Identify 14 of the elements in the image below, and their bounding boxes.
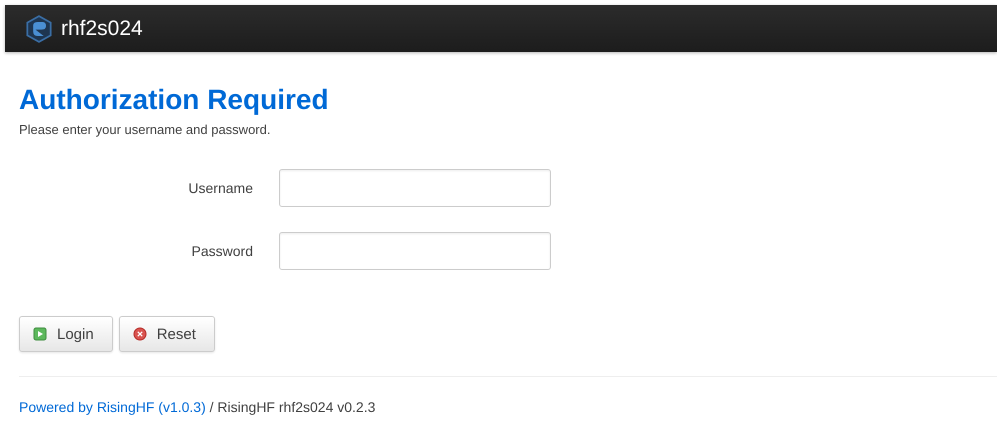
reset-button[interactable]: Reset — [118, 316, 215, 352]
site-title[interactable]: rhf2s024 — [61, 16, 143, 40]
cross-icon — [132, 327, 147, 341]
description-text: Please enter your username and password. — [19, 122, 272, 137]
footer-link[interactable]: Powered by RisingHF (v1.0.3) — [19, 399, 206, 415]
field-label: Password — [190, 243, 254, 259]
hexagon-logo-icon — [25, 14, 53, 42]
input-field[interactable] — [279, 232, 551, 270]
login-button[interactable]: Login — [19, 316, 113, 352]
play-icon — [33, 327, 47, 341]
field-label: Username — [187, 180, 254, 196]
footer-text: Powered by RisingHF (v1.0.3) / RisingHF rhf2s024 v0.2.3 — [19, 399, 376, 415]
page-heading: Authorization Required — [19, 84, 330, 116]
input-field[interactable] — [279, 169, 551, 207]
